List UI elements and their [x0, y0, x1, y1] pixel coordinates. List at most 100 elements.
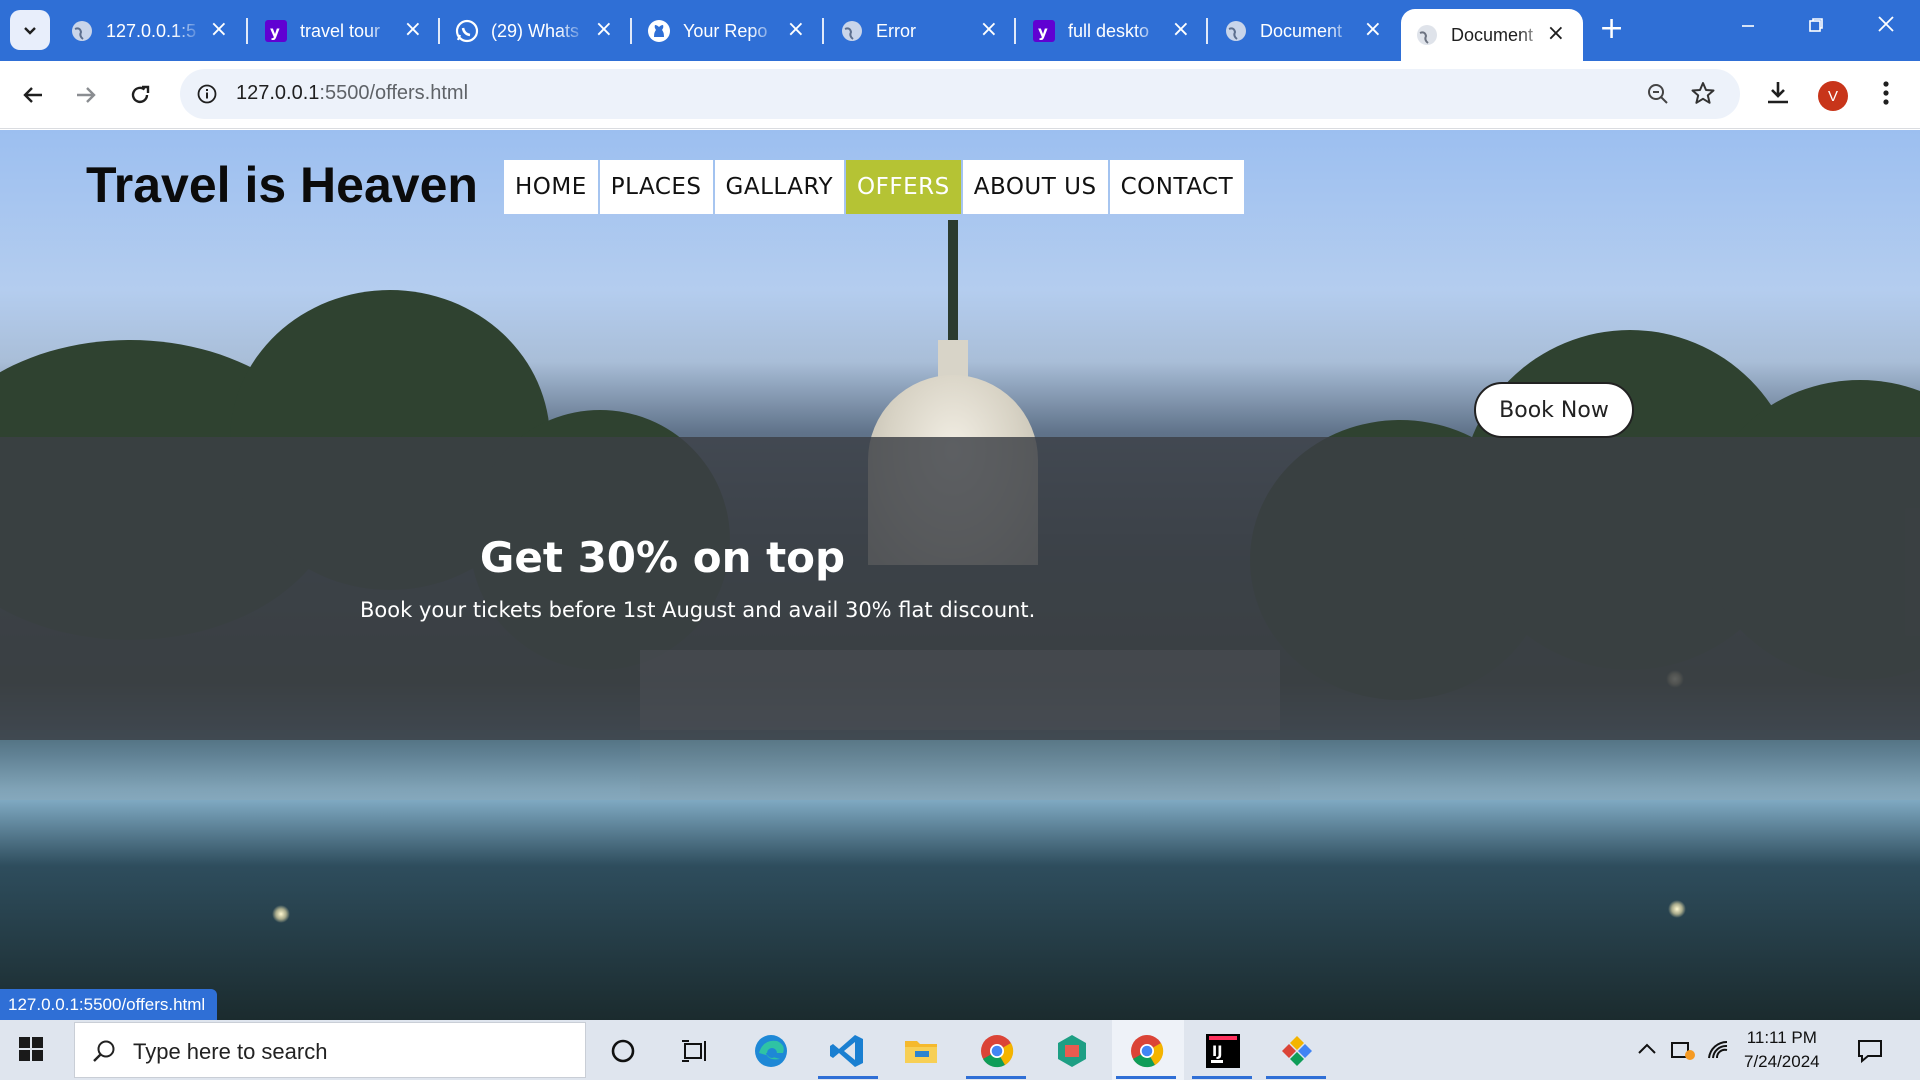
tab-title: (29) Whats — [491, 20, 580, 41]
task-view-icon[interactable] — [676, 1032, 714, 1070]
zoom-icon[interactable] — [1646, 82, 1670, 110]
restore-button[interactable] — [1796, 14, 1836, 39]
running-indicator — [1116, 1076, 1176, 1079]
chevron-up-icon[interactable] — [1636, 1038, 1658, 1064]
clock-time: 11:11 PM — [1746, 1028, 1817, 1047]
status-bar-url: 127.0.0.1:5500/offers.html — [0, 989, 218, 1020]
browser-tab[interactable]: y travel tour × — [250, 10, 440, 52]
nav-contact[interactable]: CONTACT — [1109, 160, 1245, 214]
downloads-button[interactable] — [1764, 79, 1792, 111]
app-icon[interactable] — [1278, 1032, 1316, 1070]
globe-icon — [840, 19, 864, 43]
yahoo-icon: y — [1032, 19, 1056, 43]
tab-title: full deskto — [1068, 20, 1150, 41]
running-indicator — [966, 1076, 1026, 1079]
tab-separator — [246, 18, 248, 44]
running-indicator — [818, 1076, 878, 1079]
browser-menu-button[interactable] — [1874, 79, 1898, 111]
close-window-button[interactable] — [1866, 14, 1906, 39]
nav-home[interactable]: HOME — [504, 160, 598, 214]
close-icon[interactable]: × — [1172, 19, 1190, 41]
tab-title: 127.0.0.1:5 — [106, 20, 197, 41]
intellij-icon[interactable]: IJ — [1204, 1032, 1242, 1070]
web-page: Travel is Heaven HOME PLACES GALLARY OFF… — [0, 130, 1920, 1020]
tab-title: Document — [1451, 24, 1534, 45]
svg-text:y: y — [1038, 23, 1048, 41]
minimize-button[interactable] — [1728, 14, 1768, 39]
address-bar[interactable]: 127.0.0.1:5500/offers.html — [180, 69, 1740, 119]
offer-description: Book your tickets before 1st August and … — [360, 598, 1036, 622]
restore-icon — [1809, 18, 1823, 32]
vscode-icon[interactable] — [828, 1032, 866, 1070]
windows-taskbar: Type here to search IJ 11:11 PM 7/24/202… — [0, 1020, 1920, 1080]
file-explorer-icon[interactable] — [902, 1032, 940, 1070]
running-indicator — [1192, 1076, 1252, 1079]
site-logo-title[interactable]: Travel is Heaven — [86, 156, 478, 214]
chrome-icon[interactable] — [1128, 1032, 1166, 1070]
info-icon[interactable] — [194, 81, 220, 107]
forward-button[interactable] — [70, 79, 102, 111]
tab-separator — [1014, 18, 1016, 44]
browser-tab-active[interactable]: Document × — [1401, 9, 1583, 61]
edge-browser-icon[interactable] — [752, 1032, 790, 1070]
cortana-icon[interactable] — [604, 1032, 642, 1070]
browser-tab[interactable]: y full deskto × — [1018, 10, 1208, 52]
tab-title: Document — [1260, 20, 1343, 41]
notifications-icon[interactable] — [1856, 1038, 1884, 1068]
main-nav: HOME PLACES GALLARY OFFERS ABOUT US CONT… — [504, 160, 1246, 214]
url-text[interactable]: 127.0.0.1:5500/offers.html — [236, 82, 468, 105]
close-icon — [1878, 16, 1894, 32]
app-icon[interactable] — [1053, 1032, 1091, 1070]
url-host: 127.0.0.1 — [236, 82, 320, 104]
svg-text:IJ: IJ — [1212, 1044, 1222, 1060]
chrome-icon[interactable] — [978, 1032, 1016, 1070]
profile-avatar[interactable]: V — [1818, 81, 1848, 111]
back-button[interactable] — [17, 79, 49, 111]
clock-date: 7/24/2024 — [1744, 1052, 1820, 1071]
chevron-down-icon — [24, 27, 36, 35]
wifi-icon[interactable] — [1706, 1038, 1732, 1066]
browser-tab[interactable]: 127.0.0.1:5 × — [56, 10, 246, 52]
close-icon[interactable]: × — [404, 19, 422, 41]
browser-tab[interactable]: Document × — [1210, 10, 1400, 52]
browser-tab[interactable]: Your Repo × — [633, 10, 823, 52]
browser-tab[interactable]: (29) Whats × — [441, 10, 631, 52]
tab-search-button[interactable] — [10, 10, 50, 50]
reload-button[interactable] — [124, 79, 156, 111]
close-icon[interactable]: × — [595, 19, 613, 41]
github-icon — [647, 19, 671, 43]
close-icon[interactable]: × — [1364, 19, 1382, 41]
new-tab-button[interactable]: + — [1599, 14, 1624, 44]
close-icon[interactable]: × — [1547, 23, 1565, 45]
close-icon[interactable]: × — [980, 19, 998, 41]
close-icon[interactable]: × — [210, 19, 228, 41]
start-button[interactable] — [18, 1036, 44, 1066]
whatsapp-icon — [455, 19, 479, 43]
taskbar-search[interactable]: Type here to search — [74, 1022, 586, 1078]
nav-places[interactable]: PLACES — [599, 160, 713, 214]
tab-separator — [822, 18, 824, 44]
svg-text:y: y — [270, 23, 280, 41]
nav-about-us[interactable]: ABOUT US — [962, 160, 1108, 214]
search-icon — [93, 1040, 115, 1062]
globe-icon — [70, 19, 94, 43]
yahoo-icon: y — [264, 19, 288, 43]
windows-logo-icon — [19, 1037, 43, 1061]
tab-strip: 127.0.0.1:5 × y travel tour × (29) Whats… — [0, 0, 1920, 61]
tab-separator — [438, 18, 440, 44]
browser-tab[interactable]: Error × — [826, 10, 1016, 52]
meet-now-icon[interactable] — [1670, 1038, 1696, 1066]
bookmark-star-icon[interactable] — [1690, 80, 1716, 110]
browser-toolbar: 127.0.0.1:5500/offers.html — [0, 61, 1920, 129]
arrow-right-icon — [77, 87, 96, 103]
minimize-icon — [1742, 25, 1754, 27]
book-now-button[interactable]: Book Now — [1474, 382, 1634, 438]
tab-title: Your Repo — [683, 20, 768, 41]
tab-separator — [630, 18, 632, 44]
close-icon[interactable]: × — [787, 19, 805, 41]
nav-gallary[interactable]: GALLARY — [714, 160, 845, 214]
nav-offers[interactable]: OFFERS — [846, 160, 961, 214]
running-indicator — [1266, 1076, 1326, 1079]
system-clock[interactable]: 11:11 PM 7/24/2024 — [1744, 1026, 1820, 1074]
tab-title: Error — [876, 20, 916, 41]
